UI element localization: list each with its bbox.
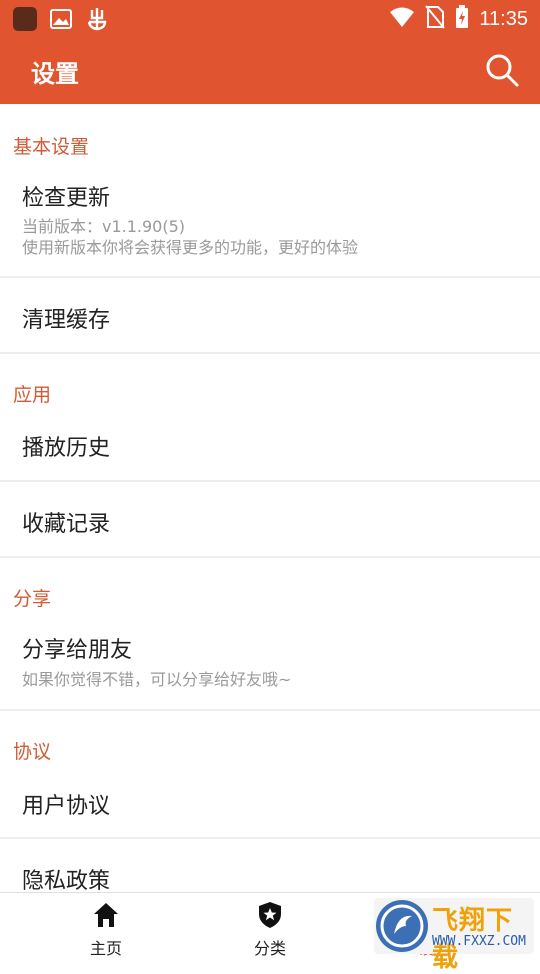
list-item-privacy-policy[interactable]: 隐私政策 bbox=[0, 839, 540, 892]
section-header-app: 应用 bbox=[13, 384, 52, 406]
list-item-check-update[interactable]: 检查更新 当前版本：v1.1.90(5) 使用新版本你将会获得更多的功能，更好的… bbox=[0, 166, 540, 276]
battery-charging-icon bbox=[455, 5, 469, 33]
section-header-basic: 基本设置 bbox=[13, 136, 90, 158]
list-item-user-agreement[interactable]: 用户协议 bbox=[0, 768, 540, 838]
divider bbox=[0, 352, 540, 354]
page-title: 设置 bbox=[31, 60, 79, 88]
item-title: 分享给朋友 bbox=[22, 638, 133, 663]
no-sim-icon bbox=[425, 5, 446, 33]
list-item-clear-cache[interactable]: 清理缓存 bbox=[0, 278, 540, 352]
nav-label-category: 分类 bbox=[253, 939, 286, 958]
app-icon bbox=[12, 6, 38, 36]
image-icon bbox=[50, 8, 72, 34]
status-bar: 11:35 bbox=[0, 0, 540, 36]
status-time: 11:35 bbox=[479, 7, 528, 30]
list-item-share-friends[interactable]: 分享给朋友 如果你觉得不错，可以分享给好友哦~ bbox=[0, 616, 540, 708]
shield-star-icon bbox=[259, 902, 281, 928]
settings-list: 基本设置 检查更新 当前版本：v1.1.90(5) 使用新版本你将会获得更多的功… bbox=[0, 104, 540, 892]
nav-label-home: 主页 bbox=[89, 939, 122, 958]
search-button[interactable] bbox=[484, 52, 520, 88]
bug-icon bbox=[84, 6, 110, 36]
wifi-icon bbox=[389, 6, 415, 32]
watermark: 飞翔下载 WWW.FXXZ.COM bbox=[374, 898, 534, 973]
section-header-share: 分享 bbox=[13, 588, 52, 610]
watermark-url: WWW.FXXZ.COM bbox=[432, 934, 526, 949]
divider bbox=[0, 556, 540, 558]
search-icon bbox=[486, 54, 519, 87]
nav-item-category[interactable]: 分类 bbox=[180, 893, 360, 961]
list-item-play-history[interactable]: 播放历史 bbox=[0, 410, 540, 480]
item-title: 检查更新 bbox=[22, 186, 111, 211]
item-subtitle-description: 使用新版本你将会获得更多的功能，更好的体验 bbox=[22, 238, 359, 257]
watermark-logo-icon bbox=[376, 900, 428, 952]
list-item-favorites[interactable]: 收藏记录 bbox=[0, 482, 540, 556]
item-subtitle: 如果你觉得不错，可以分享给好友哦~ bbox=[22, 670, 292, 689]
item-title: 播放历史 bbox=[22, 436, 111, 461]
home-icon bbox=[94, 903, 118, 927]
divider bbox=[0, 709, 540, 711]
app-bar: 设置 bbox=[0, 36, 540, 104]
item-title: 用户协议 bbox=[22, 794, 111, 819]
nav-item-home[interactable]: 主页 bbox=[16, 893, 196, 961]
item-title: 隐私政策 bbox=[22, 869, 111, 892]
item-title: 清理缓存 bbox=[22, 308, 111, 333]
item-title: 收藏记录 bbox=[22, 512, 111, 537]
section-header-agreement: 协议 bbox=[13, 741, 52, 763]
